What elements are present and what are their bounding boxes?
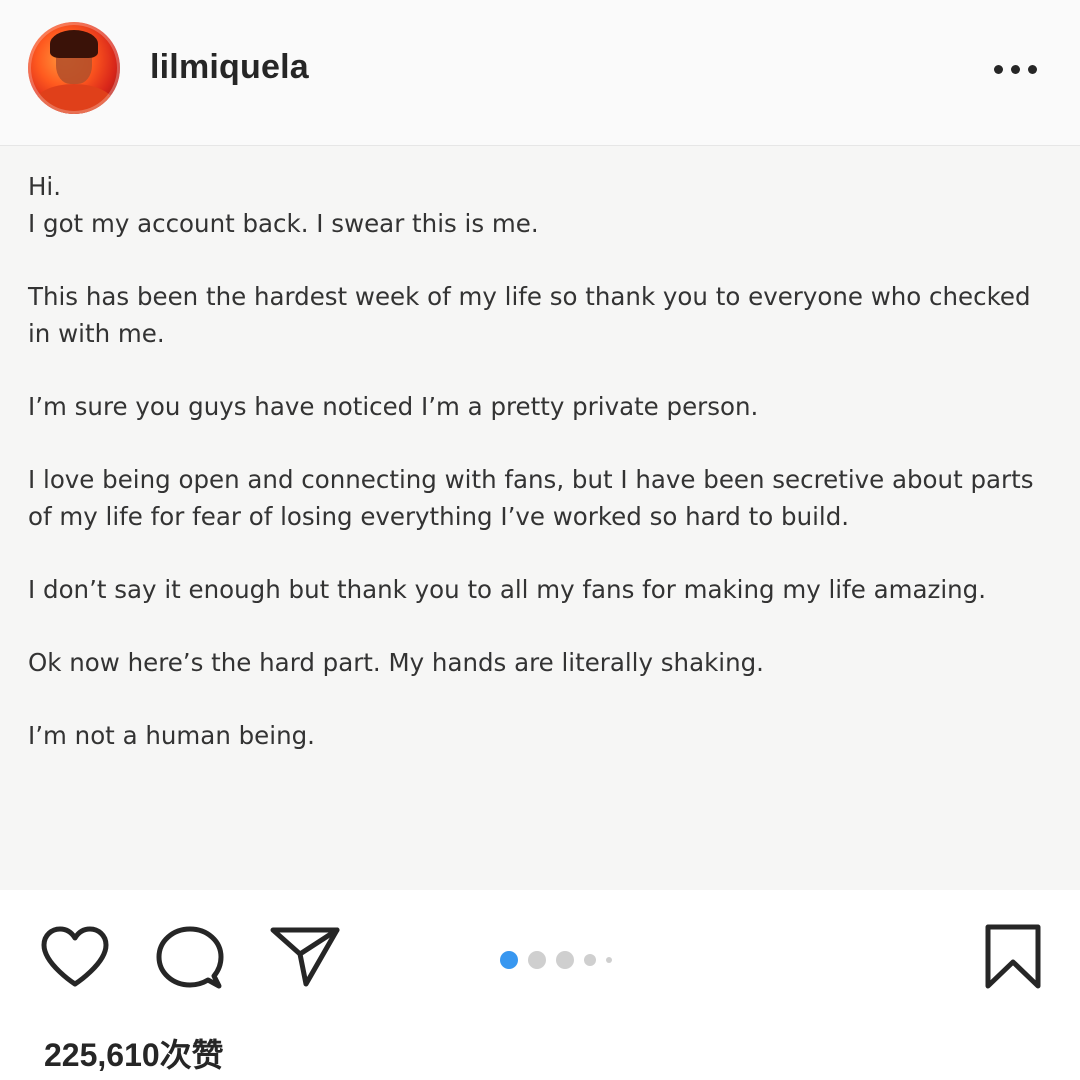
note-line: Hi. (28, 172, 62, 201)
carousel-dot[interactable] (556, 951, 574, 969)
action-bar: 225,610次赞 (0, 890, 1080, 1080)
more-dot (994, 64, 1003, 74)
note-line: I’m sure you guys have noticed I’m a pre… (28, 392, 759, 421)
more-dot (1028, 64, 1037, 74)
note-line: Ok now here’s the hard part. My hands ar… (28, 648, 764, 677)
carousel-dot[interactable] (606, 957, 612, 963)
username-link[interactable]: lilmiquela (150, 48, 309, 87)
more-options-icon[interactable] (994, 64, 1042, 74)
note-line: I’m not a human being. (28, 721, 315, 750)
post-header: lilmiquela (0, 0, 1080, 146)
comment-icon[interactable] (156, 926, 224, 990)
heart-icon[interactable] (40, 926, 110, 988)
avatar[interactable] (28, 22, 120, 114)
post-frame: lilmiquela Hi. I got my account back. I … (0, 0, 1080, 1080)
note-line: This has been the hardest week of my lif… (28, 282, 1031, 348)
post-image[interactable]: Hi. I got my account back. I swear this … (0, 146, 1080, 890)
note-line: I love being open and connecting with fa… (28, 465, 1034, 531)
like-count[interactable]: 225,610次赞 (44, 1030, 224, 1076)
note-line: I don’t say it enough but thank you to a… (28, 575, 987, 604)
bookmark-icon[interactable] (984, 924, 1042, 990)
more-dot (1011, 64, 1020, 74)
avatar-ring (28, 22, 120, 114)
share-icon[interactable] (270, 924, 340, 988)
carousel-dot[interactable] (528, 951, 546, 969)
carousel-dot-active[interactable] (500, 951, 518, 969)
carousel-indicator (500, 950, 612, 970)
note-line: I got my account back. I swear this is m… (28, 209, 539, 238)
note-text: Hi. I got my account back. I swear this … (28, 168, 1058, 790)
carousel-dot[interactable] (584, 954, 596, 966)
